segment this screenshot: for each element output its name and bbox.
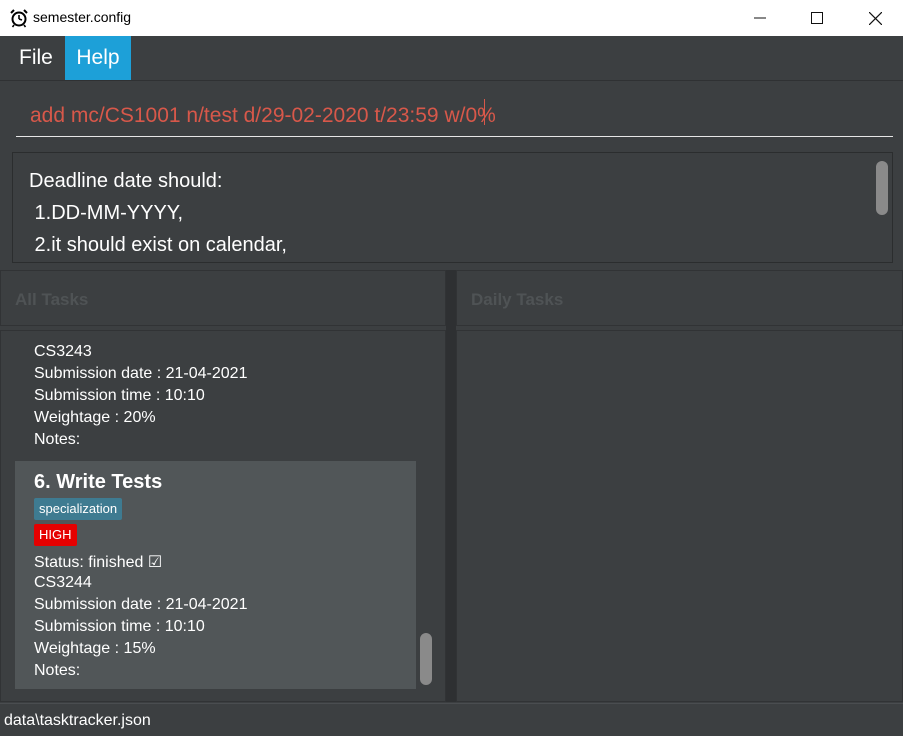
minimize-button[interactable] [731, 0, 789, 36]
task-submission-time: Submission time : 10:10 [34, 618, 205, 635]
result-message: Deadline date should: 1.DD-MM-YYYY, 2.it… [29, 170, 287, 256]
task-list-scrollbar[interactable] [420, 633, 432, 685]
task-module: CS3243 [34, 343, 92, 360]
close-button[interactable] [846, 0, 903, 36]
task-weightage: Weightage : 20% [34, 409, 156, 426]
daily-tasks-list[interactable] [456, 330, 903, 702]
result-scrollbar[interactable] [876, 161, 888, 215]
task-weightage: Weightage : 15% [34, 640, 156, 657]
command-box [0, 80, 903, 150]
task-submission-date: Submission date : 21-04-2021 [34, 596, 248, 613]
maximize-button[interactable] [788, 0, 846, 36]
daily-tasks-header: Daily Tasks [456, 270, 903, 326]
minimize-icon [754, 17, 766, 19]
all-tasks-header: All Tasks [0, 270, 446, 326]
menu-bar: File Help [0, 36, 903, 80]
task-module: CS3244 [34, 574, 92, 591]
menu-file[interactable]: File [10, 36, 62, 80]
task-title: 6. Write Tests [34, 471, 163, 493]
task-notes: Notes: [34, 662, 81, 679]
task-status: Status: finished ☑ [34, 554, 163, 571]
maximize-icon [811, 12, 823, 24]
alarm-clock-icon [10, 9, 28, 28]
text-caret [484, 99, 485, 125]
close-icon [868, 11, 882, 25]
menu-help[interactable]: Help [65, 36, 131, 80]
panel-divider[interactable] [446, 270, 456, 702]
result-display[interactable]: Deadline date should: 1.DD-MM-YYYY, 2.it… [12, 152, 893, 263]
priority-badge: HIGH [34, 524, 77, 546]
task-submission-time: Submission time : 10:10 [34, 387, 205, 404]
status-bar: data\tasktracker.json [0, 703, 903, 736]
command-input[interactable] [16, 95, 893, 137]
task-notes: Notes: [34, 431, 81, 448]
tag-badge: specialization [34, 498, 123, 520]
task-card[interactable]: CS3243 Submission date : 21-04-2021 Subm… [15, 343, 416, 461]
task-submission-date: Submission date : 21-04-2021 [34, 365, 248, 382]
all-tasks-title: All Tasks [15, 290, 89, 309]
daily-tasks-title: Daily Tasks [471, 290, 564, 309]
task-card-selected[interactable]: 6. Write Tests specialization HIGH Statu… [15, 461, 416, 689]
title-bar: semester.config [0, 0, 903, 36]
save-location: data\tasktracker.json [4, 712, 151, 729]
window-title: semester.config [33, 9, 132, 25]
all-tasks-list[interactable]: CS3243 Submission date : 21-04-2021 Subm… [0, 330, 446, 702]
